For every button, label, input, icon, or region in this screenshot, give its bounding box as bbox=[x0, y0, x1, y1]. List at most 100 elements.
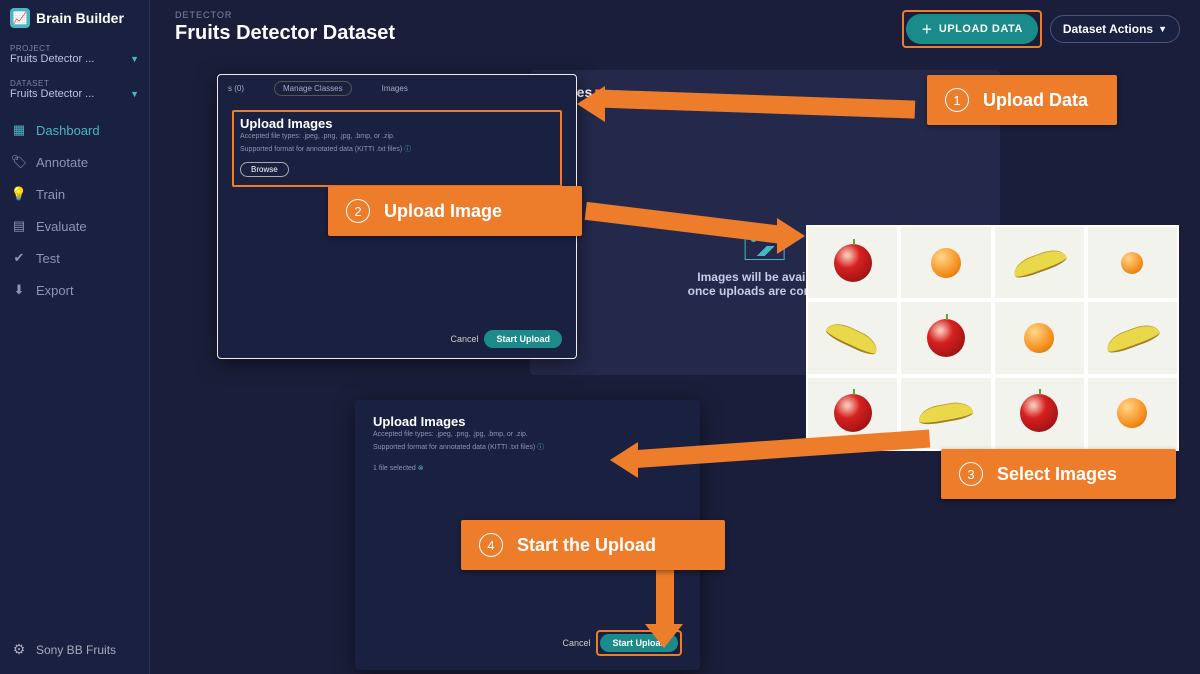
modal2-body: Upload Images Accepted file types: .jpeg… bbox=[355, 400, 700, 490]
callout-4: 4 Start the Upload bbox=[461, 520, 725, 570]
download-icon: ⬇ bbox=[10, 282, 28, 298]
orange-icon bbox=[1117, 398, 1147, 428]
nav-label: Dashboard bbox=[36, 123, 100, 138]
image-grid[interactable] bbox=[806, 225, 1179, 451]
callout-text: Start the Upload bbox=[517, 535, 656, 556]
banana-icon bbox=[917, 400, 974, 427]
modal2-title: Upload Images bbox=[373, 414, 682, 429]
nav-label: Test bbox=[36, 251, 60, 266]
callout-text: Upload Data bbox=[983, 90, 1088, 111]
bulb-icon: 💡 bbox=[10, 186, 28, 202]
modal1-title: Upload Images bbox=[240, 116, 554, 131]
clear-icon[interactable]: ⊗ bbox=[418, 465, 424, 472]
modal1-highlight: Upload Images Accepted file types: .jpeg… bbox=[232, 110, 562, 187]
brand-title: Brain Builder bbox=[36, 10, 124, 26]
step-number: 4 bbox=[479, 533, 503, 557]
nav-dashboard[interactable]: ▦ Dashboard bbox=[0, 114, 149, 146]
nav: ▦ Dashboard 🏷 Annotate 💡 Train ▤ Evaluat… bbox=[0, 114, 149, 306]
kicker: DETECTOR bbox=[175, 10, 395, 20]
page-title: Fruits Detector Dataset bbox=[175, 22, 395, 45]
plus-icon: ＋ bbox=[921, 21, 933, 37]
header-left: DETECTOR Fruits Detector Dataset bbox=[175, 10, 395, 45]
header: DETECTOR Fruits Detector Dataset ＋ UPLOA… bbox=[175, 10, 1180, 48]
modal1-tabs: s (0) Manage Classes Images bbox=[218, 75, 576, 100]
cancel-button[interactable]: Cancel bbox=[450, 334, 478, 344]
dataset-actions-button[interactable]: Dataset Actions ▼ bbox=[1050, 15, 1180, 43]
nav-train[interactable]: 💡 Train bbox=[0, 178, 149, 210]
banana-icon bbox=[824, 318, 881, 358]
caret-down-icon: ▼ bbox=[130, 54, 139, 64]
callout-text: Select Images bbox=[997, 464, 1117, 485]
tab-images[interactable]: Images bbox=[382, 84, 408, 93]
tag-icon: 🏷 bbox=[10, 154, 28, 170]
caret-down-icon: ▼ bbox=[130, 89, 139, 99]
grid-icon: ▦ bbox=[10, 122, 28, 138]
dataset-value[interactable]: Fruits Detector ... ▼ bbox=[0, 88, 149, 106]
list-item[interactable] bbox=[901, 227, 990, 298]
list-item[interactable] bbox=[995, 302, 1084, 373]
step-number: 3 bbox=[959, 462, 983, 486]
tab-left[interactable]: s (0) bbox=[228, 84, 244, 93]
footer-label: Sony BB Fruits bbox=[36, 643, 116, 657]
list-item[interactable] bbox=[995, 378, 1084, 449]
nav-annotate[interactable]: 🏷 Annotate bbox=[0, 146, 149, 178]
info-icon[interactable]: ⓘ bbox=[404, 146, 411, 153]
step-number: 1 bbox=[945, 88, 969, 112]
header-right: ＋ UPLOAD DATA Dataset Actions ▼ bbox=[902, 10, 1180, 48]
modal1-body: Upload Images Accepted file types: .jpeg… bbox=[218, 100, 576, 197]
nav-label: Annotate bbox=[36, 155, 88, 170]
nav-evaluate[interactable]: ▤ Evaluate bbox=[0, 210, 149, 242]
callout-2: 2 Upload Image bbox=[328, 186, 582, 236]
nav-label: Evaluate bbox=[36, 219, 87, 234]
banana-icon bbox=[1103, 320, 1161, 356]
arrow-head-icon bbox=[777, 218, 805, 254]
sidebar-footer[interactable]: ⚙ Sony BB Fruits bbox=[0, 635, 126, 664]
callout-3: 3 Select Images bbox=[941, 449, 1176, 499]
modal1-accepted: Accepted file types: .jpeg, .png, .jpg, … bbox=[240, 133, 554, 140]
nav-label: Train bbox=[36, 187, 65, 202]
caret-down-icon: ▼ bbox=[1158, 24, 1167, 34]
modal1-footer: Cancel Start Upload bbox=[450, 330, 562, 348]
arrow-head-icon bbox=[645, 624, 683, 648]
callout-text: Upload Image bbox=[384, 201, 502, 222]
apple-icon bbox=[834, 244, 872, 282]
list-item[interactable] bbox=[1088, 378, 1177, 449]
apple-icon bbox=[927, 319, 965, 357]
cancel-button[interactable]: Cancel bbox=[562, 638, 590, 648]
nav-export[interactable]: ⬇ Export bbox=[0, 274, 149, 306]
info-icon[interactable]: ⓘ bbox=[537, 444, 544, 451]
list-item[interactable] bbox=[901, 302, 990, 373]
list-item[interactable] bbox=[808, 302, 897, 373]
modal2-accepted: Accepted file types: .jpeg, .png, .jpg, … bbox=[373, 431, 682, 438]
orange-icon bbox=[931, 248, 961, 278]
start-upload-button[interactable]: Start Upload bbox=[484, 330, 562, 348]
dataset-label: DATASET bbox=[0, 71, 149, 88]
banana-icon bbox=[1010, 245, 1068, 281]
project-label: PROJECT bbox=[0, 36, 149, 53]
list-item[interactable] bbox=[995, 227, 1084, 298]
list-icon: ▤ bbox=[10, 218, 28, 234]
list-item[interactable] bbox=[1088, 227, 1177, 298]
orange-icon bbox=[1024, 323, 1054, 353]
orange-icon bbox=[1121, 252, 1143, 274]
sidebar: 📈 Brain Builder PROJECT Fruits Detector … bbox=[0, 0, 150, 674]
upload-data-button[interactable]: ＋ UPLOAD DATA bbox=[906, 14, 1037, 44]
apple-icon bbox=[834, 394, 872, 432]
gear-icon: ⚙ bbox=[10, 641, 28, 658]
brand: 📈 Brain Builder bbox=[0, 0, 149, 36]
nav-test[interactable]: ✔ Test bbox=[0, 242, 149, 274]
modal1-supported: Supported format for annotated data (KIT… bbox=[240, 144, 554, 154]
arrow-head-icon bbox=[577, 86, 605, 122]
browse-button[interactable]: Browse bbox=[240, 162, 289, 177]
callout-1: 1 Upload Data bbox=[927, 75, 1117, 125]
apple-icon bbox=[1020, 394, 1058, 432]
upload-highlight: ＋ UPLOAD DATA bbox=[902, 10, 1041, 48]
project-value[interactable]: Fruits Detector ... ▼ bbox=[0, 53, 149, 71]
list-item[interactable] bbox=[808, 227, 897, 298]
brand-icon: 📈 bbox=[10, 8, 30, 28]
step-number: 2 bbox=[346, 199, 370, 223]
list-item[interactable] bbox=[1088, 302, 1177, 373]
tab-manage-classes[interactable]: Manage Classes bbox=[274, 81, 352, 96]
check-icon: ✔ bbox=[10, 250, 28, 266]
arrow-head-icon bbox=[610, 442, 638, 478]
